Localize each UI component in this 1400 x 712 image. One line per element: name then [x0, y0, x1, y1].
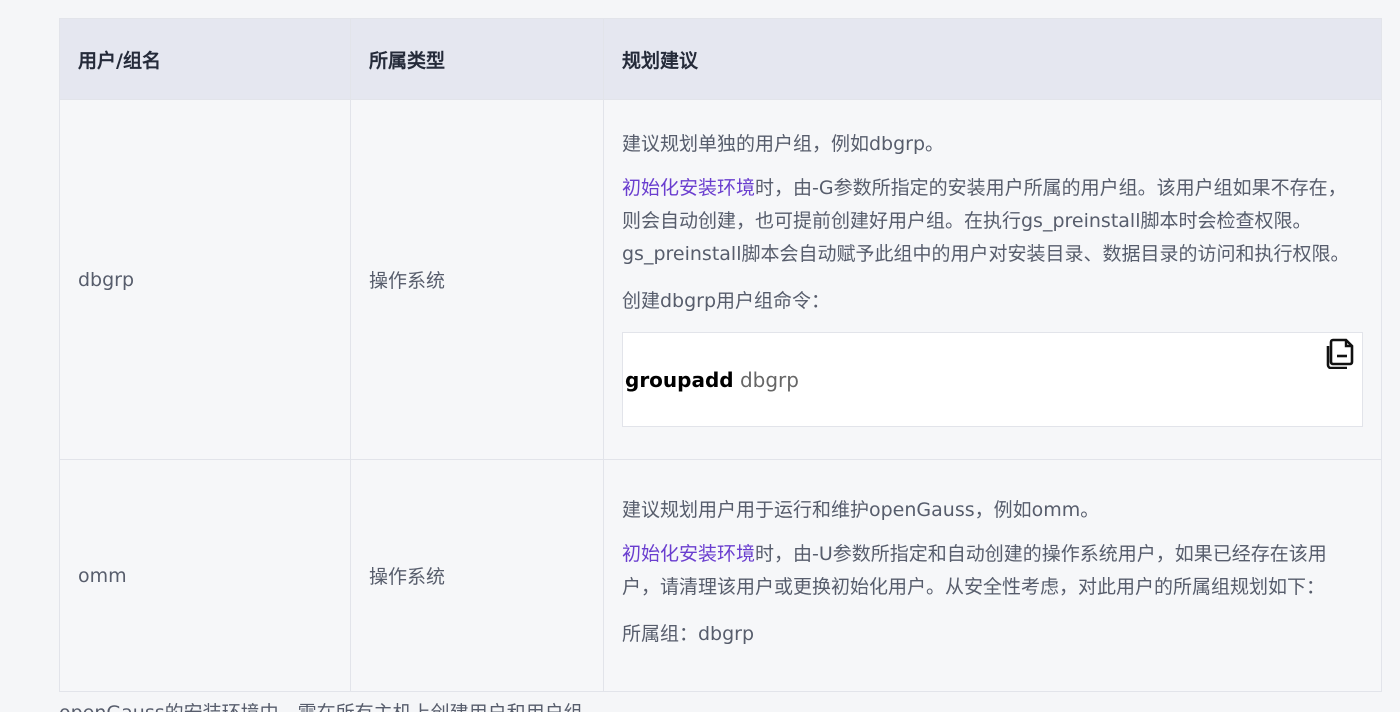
cell-type: 操作系统	[350, 459, 604, 692]
table-header-row: 用户/组名 所属类型 规划建议	[59, 18, 1382, 100]
code-block: groupadd dbgrp	[622, 331, 1363, 427]
code-line: groupadd dbgrp	[625, 368, 799, 392]
header-user-group: 用户/组名	[59, 18, 351, 100]
following-paragraph: openGauss的安装环境中，需在所有主机上创建用户和用户组。	[59, 696, 1381, 712]
cell-advice: 建议规划单独的用户组，例如dbgrp。 初始化安装环境时，由-G参数所指定的安装…	[603, 99, 1382, 460]
advice-paragraph: 建议规划单独的用户组，例如dbgrp。	[622, 132, 945, 155]
advice-paragraph: 建议规划用户用于运行和维护openGauss，例如omm。	[622, 498, 1100, 521]
cell-type: 操作系统	[350, 99, 604, 460]
init-env-link[interactable]: 初始化安装环境	[622, 543, 755, 565]
header-advice: 规划建议	[603, 18, 1382, 100]
cell-advice: 建议规划用户用于运行和维护openGauss，例如omm。 初始化安装环境时，由…	[603, 459, 1382, 692]
table-row: dbgrp 操作系统 建议规划单独的用户组，例如dbgrp。 初始化安装环境时，…	[59, 99, 1382, 460]
code-keyword: groupadd	[625, 367, 734, 392]
copy-icon[interactable]	[1324, 335, 1358, 369]
advice-paragraph: 所属组：dbgrp	[622, 622, 755, 645]
advice-paragraph: 初始化安装环境时，由-G参数所指定的安装用户所属的用户组。该用户组如果不存在，则…	[622, 172, 1363, 271]
page: 用户/组名 所属类型 规划建议 dbgrp 操作系统 建议规划单独的用户组，例如…	[0, 0, 1400, 712]
init-env-link[interactable]: 初始化安装环境	[622, 177, 755, 199]
code-argument: dbgrp	[733, 367, 799, 392]
cell-name: dbgrp	[59, 99, 351, 460]
planning-table: 用户/组名 所属类型 规划建议 dbgrp 操作系统 建议规划单独的用户组，例如…	[59, 18, 1382, 692]
advice-paragraph: 创建dbgrp用户组命令：	[622, 289, 831, 312]
table-row: omm 操作系统 建议规划用户用于运行和维护openGauss，例如omm。 初…	[59, 459, 1382, 692]
cell-name: omm	[59, 459, 351, 692]
header-type: 所属类型	[350, 18, 604, 100]
advice-paragraph: 初始化安装环境时，由-U参数所指定和自动创建的操作系统用户，如果已经存在该用户，…	[622, 538, 1363, 604]
